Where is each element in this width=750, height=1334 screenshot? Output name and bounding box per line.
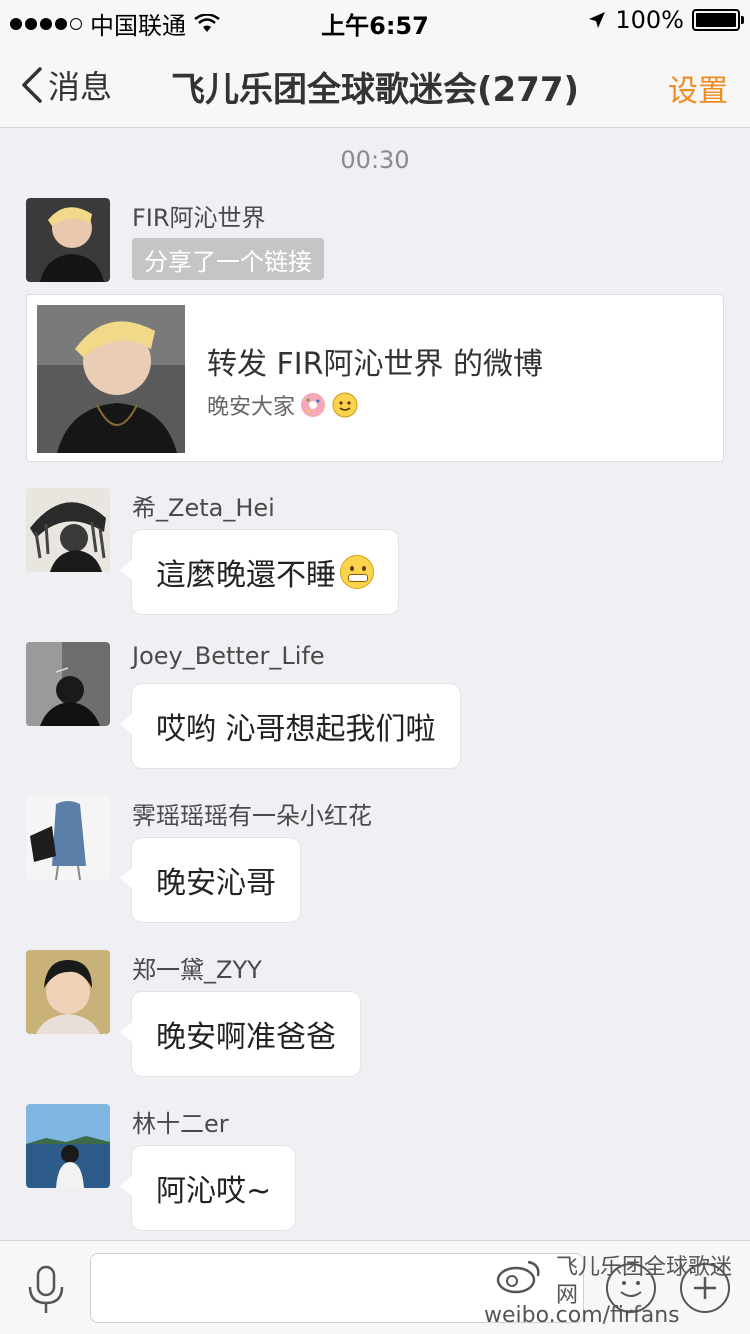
avatar[interactable] xyxy=(26,950,110,1034)
share-tag: 分享了一个链接 xyxy=(132,238,324,280)
settings-button[interactable]: 设置 xyxy=(668,66,728,110)
share-subtitle: 晚安大家 xyxy=(207,389,359,421)
nav-bar: 消息 飞儿乐团全球歌迷会(277) 设置 xyxy=(0,40,750,128)
avatar[interactable] xyxy=(26,488,110,572)
message-text: 晚安沁哥 xyxy=(156,866,276,901)
avatar[interactable] xyxy=(26,642,110,726)
share-title: 转发 FIR阿沁世界 的微博 xyxy=(207,347,544,382)
message-bubble[interactable]: 晚安沁哥 xyxy=(120,838,300,922)
message-bubble[interactable]: 哎哟 沁哥想起我们啦 xyxy=(120,684,460,768)
status-bar: 中国联通 上午6:57 100% xyxy=(0,0,750,40)
donut-emoji-icon xyxy=(301,393,326,417)
sender-name: 林十二er xyxy=(132,1110,229,1138)
message-bubble[interactable]: 晚安啊准爸爸 xyxy=(120,992,360,1076)
avatar[interactable] xyxy=(26,198,110,282)
share-thumbnail xyxy=(37,305,185,453)
message-bubble[interactable]: 阿沁哎~ xyxy=(119,1146,296,1230)
share-subtitle-text: 晚安大家 xyxy=(207,395,296,420)
battery-icon xyxy=(692,9,744,31)
page-title: 飞儿乐团全球歌迷会(277) xyxy=(170,70,580,110)
location-arrow-icon xyxy=(589,12,606,28)
status-right: 100% xyxy=(587,6,744,34)
sender-name: Joey_Better_Life xyxy=(132,642,325,670)
battery-percent: 100% xyxy=(615,6,684,34)
message-bubble[interactable]: 這麼晚還不睡 xyxy=(120,530,398,614)
avatar[interactable] xyxy=(26,1104,110,1188)
message-text: 這麼晚還不睡 xyxy=(156,558,336,593)
chat-timestamp: 00:30 xyxy=(340,146,410,174)
message-text: 晚安啊准爸爸 xyxy=(156,1020,336,1055)
sender-name: 希_Zeta_Hei xyxy=(132,494,275,522)
sender-name: 霁瑶瑶瑶有一朵小红花 xyxy=(132,802,372,830)
message-text: 哎哟 沁哥想起我们啦 xyxy=(156,712,436,747)
sender-name: 郑一黛_ZYY xyxy=(132,956,262,984)
microphone-icon[interactable] xyxy=(24,1265,68,1315)
grin-emoji-icon xyxy=(340,555,374,589)
smile-emoji-icon xyxy=(332,392,358,418)
weibo-logo-icon xyxy=(496,1260,540,1294)
message-text: 阿沁哎~ xyxy=(156,1174,272,1209)
avatar[interactable] xyxy=(26,796,110,880)
watermark-url: weibo.com/firfans xyxy=(484,1303,680,1328)
share-link-card[interactable]: 转发 FIR阿沁世界 的微博 晚安大家 xyxy=(26,294,724,462)
sender-name: FIR阿沁世界 xyxy=(132,204,266,232)
